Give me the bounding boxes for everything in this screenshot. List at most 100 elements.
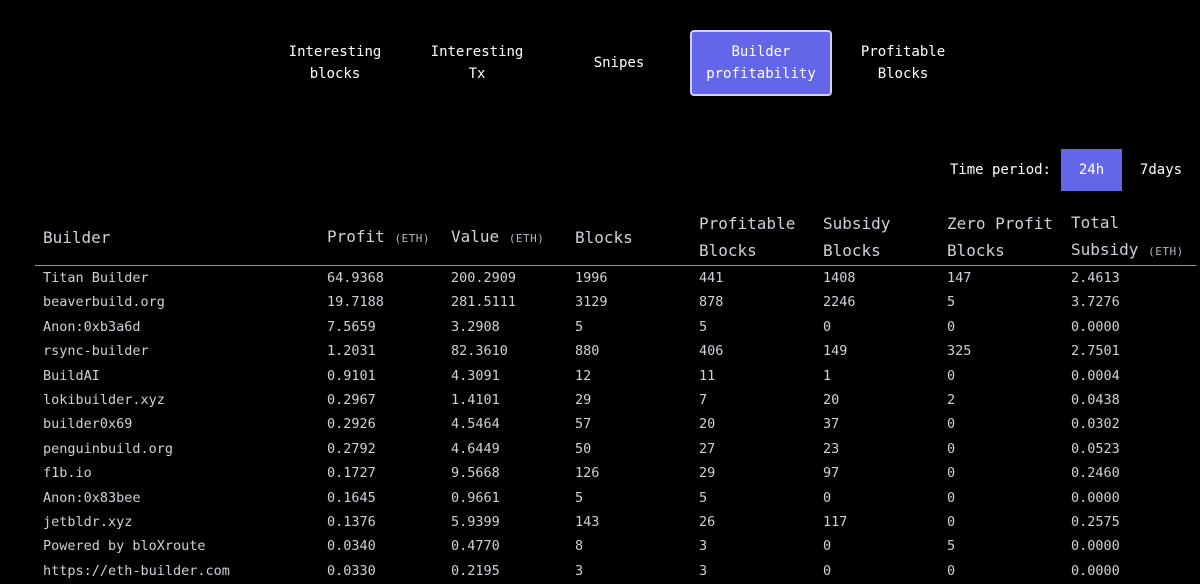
column-header-label: Total Subsidy [1071, 213, 1139, 259]
cell-blocks: 29 [575, 392, 592, 409]
column-header-label: Builder [43, 227, 111, 247]
table-row[interactable]: BuildAI 0.9101 4.3091 12 11 1 0 0.0004 [35, 364, 1196, 388]
column-header-subsidy-blocks[interactable]: Subsidy Blocks [815, 209, 939, 266]
cell-value: 4.6449 [451, 440, 500, 457]
cell-profitable-blocks: 11 [699, 367, 716, 384]
table-row[interactable]: lokibuilder.xyz 0.2967 1.4101 29 7 20 2 0.0438 [35, 388, 1196, 412]
cell-zero-profit-blocks: 0 [947, 489, 956, 506]
cell-builder[interactable]: builder0x69 [35, 412, 319, 436]
column-header-value[interactable]: Value (ETH) [443, 209, 567, 266]
cell-builder[interactable]: rsync-builder [35, 339, 319, 363]
column-header-unit: (ETH) [1148, 245, 1184, 258]
tab-label: Profitable Blocks [860, 44, 946, 82]
table-row[interactable]: Titan Builder 64.9368 200.2909 1996 441 1408 1… [35, 266, 1196, 291]
cell-zero-profit-blocks: 0 [947, 318, 956, 335]
cell-profitable-blocks: 7 [699, 392, 708, 409]
cell-builder[interactable]: beaverbuild.org [35, 290, 319, 314]
cell-blocks: 126 [575, 465, 600, 482]
cell-profit: 0.9101 [327, 367, 376, 384]
table-body: Titan Builder 64.9368 200.2909 1996 441 1408 1… [35, 266, 1196, 584]
cell-profit: 0.1727 [327, 465, 376, 482]
cell-subsidy-blocks: 20 [823, 392, 840, 409]
cell-blocks: 143 [575, 514, 600, 531]
cell-builder[interactable]: Anon:0x83bee [35, 486, 319, 510]
cell-total-subsidy: 0.0302 [1071, 416, 1120, 433]
tab-interesting-blocks[interactable]: Interesting blocks [264, 30, 406, 96]
cell-total-subsidy: 0.0000 [1071, 538, 1120, 555]
column-header-unit: (ETH) [394, 231, 431, 245]
table-row[interactable]: f1b.io 0.1727 9.5668 126 29 97 0 0.2460 [35, 461, 1196, 485]
cell-profit: 64.9368 [327, 270, 384, 286]
cell-blocks: 5 [575, 489, 584, 506]
tab-label: Interesting Tx [430, 44, 524, 82]
table-row[interactable]: rsync-builder 1.2031 82.3610 880 406 149 325 2.… [35, 339, 1196, 363]
cell-profit: 7.5659 [327, 318, 376, 335]
cell-profit: 19.7188 [327, 294, 384, 311]
tab-profitable-blocks[interactable]: Profitable Blocks [832, 30, 974, 96]
builder-profitability-table: Builder Profit (ETH) Value (ETH) Blocks Prof… [35, 209, 1196, 583]
cell-builder[interactable]: f1b.io [35, 461, 319, 485]
cell-profitable-blocks: 5 [699, 318, 708, 335]
column-header-label: Value [451, 226, 500, 246]
tab-label: Snipes [593, 55, 645, 71]
table-row[interactable]: builder0x69 0.2926 4.5464 57 20 37 0 0.0302 [35, 412, 1196, 436]
column-header-label: Blocks [575, 227, 633, 247]
table-row[interactable]: penguinbuild.org 0.2792 4.6449 50 27 23 0 0.052… [35, 437, 1196, 461]
cell-profit: 0.2967 [327, 392, 376, 409]
cell-total-subsidy: 0.0438 [1071, 392, 1120, 409]
column-header-blocks[interactable]: Blocks [567, 209, 691, 266]
cell-blocks: 8 [575, 538, 584, 555]
cell-value: 0.9661 [451, 489, 500, 506]
tab-interesting-tx[interactable]: Interesting Tx [406, 30, 548, 96]
cell-builder[interactable]: BuildAI [35, 364, 319, 388]
cell-value: 82.3610 [451, 343, 508, 360]
cell-builder[interactable]: https://eth-builder.com [35, 559, 319, 583]
period-7days-button[interactable]: 7days [1122, 149, 1200, 191]
time-period-label: Time period: [949, 162, 1051, 178]
cell-subsidy-blocks: 97 [823, 465, 840, 482]
table-row[interactable]: jetbldr.xyz 0.1376 5.9399 143 26 117 0 0.2575 [35, 510, 1196, 534]
cell-value: 3.2908 [451, 318, 500, 335]
cell-blocks: 3129 [575, 294, 608, 311]
column-header-total-subsidy[interactable]: Total Subsidy (ETH) [1063, 209, 1196, 266]
cell-profit: 0.1376 [327, 514, 376, 531]
cell-profit: 1.2031 [327, 343, 376, 360]
cell-zero-profit-blocks: 0 [947, 562, 956, 579]
table-row[interactable]: beaverbuild.org 19.7188 281.5111 3129 878 224… [35, 290, 1196, 314]
tab-snipes[interactable]: Snipes [548, 30, 690, 96]
cell-total-subsidy: 0.2575 [1071, 514, 1120, 531]
cell-zero-profit-blocks: 5 [947, 294, 956, 311]
period-24h-button[interactable]: 24h [1061, 149, 1122, 191]
cell-value: 5.9399 [451, 514, 500, 531]
column-header-builder[interactable]: Builder [35, 209, 319, 266]
cell-builder[interactable]: lokibuilder.xyz [35, 388, 319, 412]
table-row[interactable]: Anon:0x83bee 0.1645 0.9661 5 5 0 0 0.0000 [35, 486, 1196, 510]
cell-builder[interactable]: penguinbuild.org [35, 437, 319, 461]
table-row[interactable]: Anon:0xb3a6d 7.5659 3.2908 5 5 0 0 0.0000 [35, 315, 1196, 339]
tab-builder-profitability[interactable]: Builder profitability [690, 30, 832, 96]
cell-profit: 0.1645 [327, 489, 376, 506]
cell-builder[interactable]: Powered by bloXroute [35, 534, 319, 558]
cell-total-subsidy: 0.0000 [1071, 318, 1120, 335]
cell-subsidy-blocks: 117 [823, 514, 848, 531]
table-row[interactable]: Powered by bloXroute 0.0340 0.4770 8 3 0 5 0.00… [35, 534, 1196, 558]
cell-zero-profit-blocks: 0 [947, 416, 956, 433]
cell-builder[interactable]: Anon:0xb3a6d [35, 315, 319, 339]
cell-zero-profit-blocks: 0 [947, 440, 956, 457]
cell-builder[interactable]: jetbldr.xyz [35, 510, 319, 534]
cell-value: 4.5464 [451, 416, 500, 433]
cell-value: 281.5111 [451, 294, 517, 311]
column-header-profit[interactable]: Profit (ETH) [319, 209, 443, 266]
column-header-zero-profit-blocks[interactable]: Zero Profit Blocks [939, 209, 1063, 266]
cell-total-subsidy: 0.0523 [1071, 440, 1120, 457]
cell-subsidy-blocks: 37 [823, 416, 840, 433]
cell-zero-profit-blocks: 0 [947, 514, 956, 531]
cell-profitable-blocks: 441 [699, 270, 724, 286]
cell-blocks: 3 [575, 562, 584, 579]
cell-profit: 0.2926 [327, 416, 376, 433]
cell-builder[interactable]: Titan Builder [35, 266, 319, 291]
table-row[interactable]: https://eth-builder.com 0.0330 0.2195 3 3 0 0 0… [35, 559, 1196, 583]
cell-subsidy-blocks: 0 [823, 562, 832, 579]
cell-total-subsidy: 3.7276 [1071, 294, 1120, 311]
column-header-profitable-blocks[interactable]: Profitable Blocks [691, 209, 815, 266]
